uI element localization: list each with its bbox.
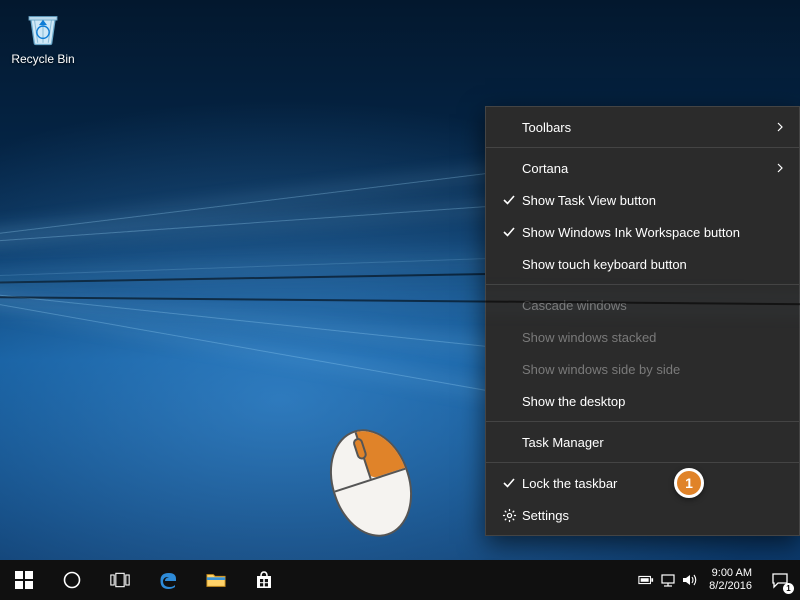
store-button[interactable] [240,560,288,600]
menu-item-task-manager[interactable]: Task Manager [486,426,799,458]
system-tray: 9:00 AM 8/2/2016 1 [635,560,800,600]
menu-item-show-touch-keyboard[interactable]: Show touch keyboard button [486,248,799,280]
check-icon [496,476,522,490]
menu-item-toolbars[interactable]: Toolbars [486,111,799,143]
menu-item-stacked: Show windows stacked [486,321,799,353]
clock-date: 8/2/2016 [709,580,752,593]
recycle-bin-label: Recycle Bin [11,52,74,66]
menu-item-lock-taskbar[interactable]: Lock the taskbar 1 [486,467,799,499]
taskbar-context-menu: Toolbars Cortana Show Task View button S… [485,106,800,536]
tutorial-mouse-icon [317,419,425,548]
battery-icon[interactable] [635,560,657,600]
chevron-right-icon [775,120,785,135]
start-button[interactable] [0,560,48,600]
desktop-background[interactable]: Recycle Bin Toolbars Cortana Show Task V… [0,0,800,600]
task-view-button[interactable] [96,560,144,600]
menu-item-cortana[interactable]: Cortana [486,152,799,184]
gear-icon [496,508,522,523]
file-explorer-button[interactable] [192,560,240,600]
check-icon [496,193,522,207]
menu-separator [486,147,799,148]
menu-item-show-task-view[interactable]: Show Task View button [486,184,799,216]
menu-separator [486,462,799,463]
menu-item-settings[interactable]: Settings [486,499,799,531]
menu-separator [486,421,799,422]
menu-item-show-desktop[interactable]: Show the desktop [486,385,799,417]
chevron-right-icon [775,161,785,176]
check-icon [496,225,522,239]
recycle-bin-icon[interactable]: Recycle Bin [8,6,78,66]
menu-item-cascade-windows: Cascade windows [486,289,799,321]
menu-separator [486,284,799,285]
clock[interactable]: 9:00 AM 8/2/2016 [701,567,760,593]
notification-badge: 1 [783,583,794,594]
action-center-button[interactable]: 1 [760,560,800,600]
network-icon[interactable] [657,560,679,600]
clock-time: 9:00 AM [709,567,752,580]
edge-button[interactable] [144,560,192,600]
menu-item-side-by-side: Show windows side by side [486,353,799,385]
taskbar[interactable]: 9:00 AM 8/2/2016 1 [0,560,800,600]
volume-icon[interactable] [679,560,701,600]
cortana-button[interactable] [48,560,96,600]
menu-item-show-ink-workspace[interactable]: Show Windows Ink Workspace button [486,216,799,248]
tutorial-callout-1: 1 [674,468,704,498]
